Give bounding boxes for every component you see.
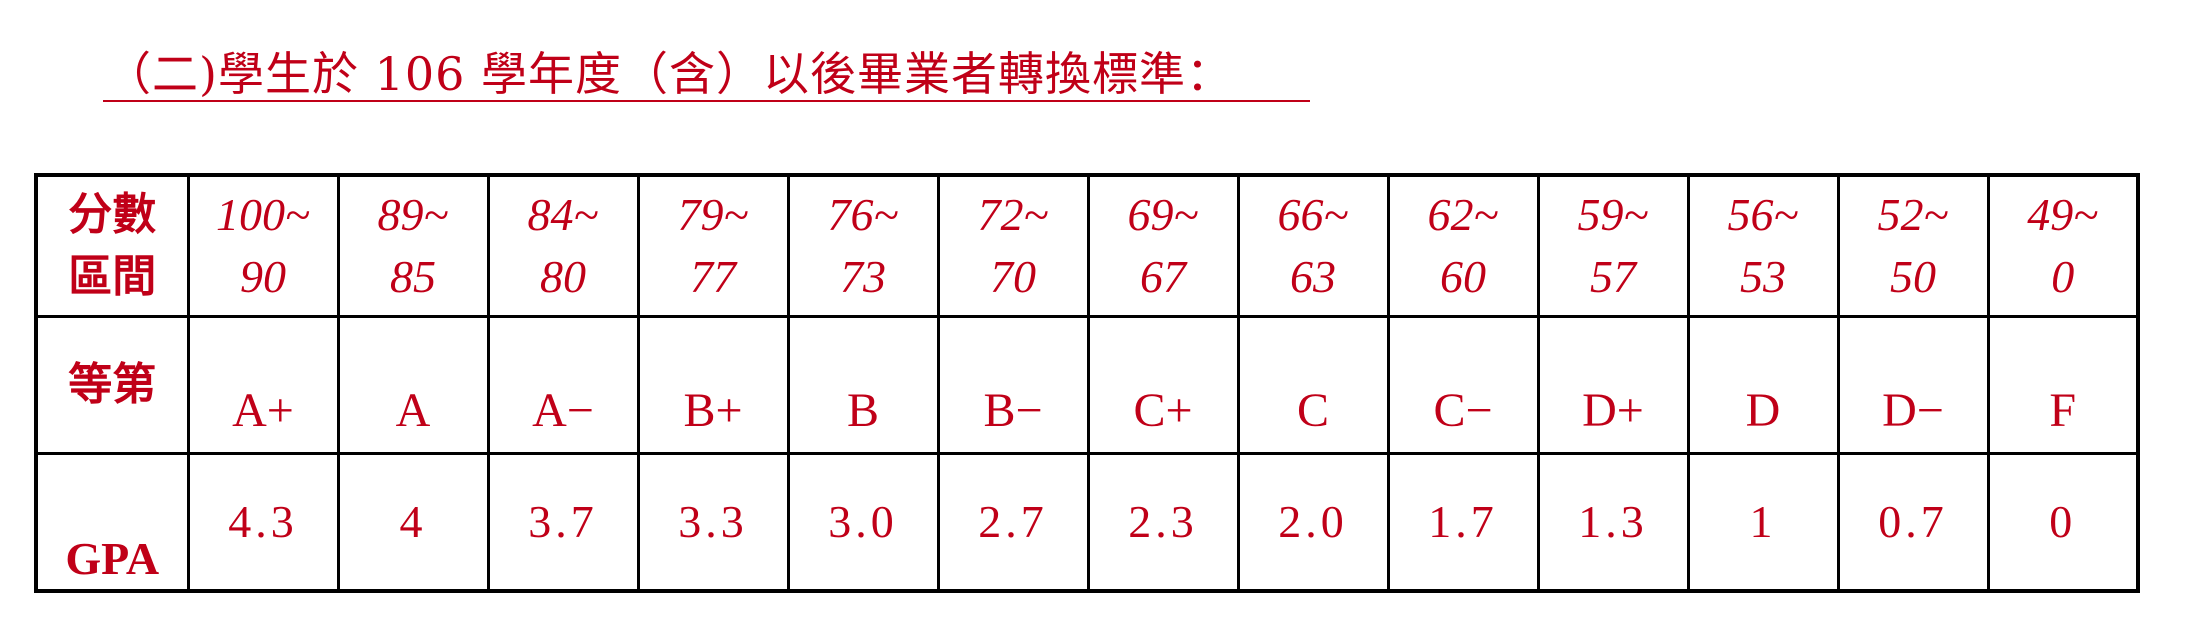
range-bottom: 77	[690, 250, 736, 302]
grade-cell: A−	[486, 314, 640, 455]
score-range-cell: 76~ 73	[786, 173, 940, 318]
score-range-cell: 52~ 50	[1836, 173, 1990, 318]
range-top: 49~	[2027, 188, 2099, 240]
range-bottom: 60	[1440, 250, 1486, 302]
gpa-cell: 3.0	[786, 451, 940, 593]
score-range-cell: 56~ 53	[1686, 173, 1840, 318]
score-range-header-line1: 分數	[68, 188, 157, 240]
gpa-cell: 3.7	[486, 451, 640, 593]
gpa-cell: 2.0	[1236, 451, 1390, 593]
gpa-cell: 3.3	[636, 451, 790, 593]
grade-cell: B	[786, 314, 940, 455]
score-range-row: 分數 區間 100~ 90 89~ 85 84~ 80 79~ 77 76~ 73 72~…	[34, 173, 2140, 318]
score-range-header: 分數 區間	[34, 173, 190, 318]
gpa-cell: 1	[1686, 451, 1840, 593]
grade-conversion-table: 分數 區間 100~ 90 89~ 85 84~ 80 79~ 77 76~ 73 72~…	[34, 173, 2140, 593]
grade-cell: A	[336, 314, 490, 455]
range-top: 59~	[1577, 188, 1649, 240]
gpa-cell: 0.7	[1836, 451, 1990, 593]
grade-cell: C+	[1086, 314, 1240, 455]
range-bottom: 63	[1290, 250, 1336, 302]
score-range-header-line2: 區間	[68, 250, 157, 302]
range-bottom: 0	[2051, 250, 2075, 302]
range-top: 52~	[1877, 188, 1949, 240]
gpa-cell: 1.7	[1386, 451, 1540, 593]
grade-cell: A+	[186, 314, 340, 455]
gpa-cell: 4.3	[186, 451, 340, 593]
range-top: 56~	[1727, 188, 1799, 240]
grade-cell: B−	[936, 314, 1090, 455]
range-bottom: 85	[390, 250, 436, 302]
gpa-row: GPA 4.3 4 3.7 3.3 3.0 2.7 2.3 2.0 1.7 1.…	[34, 451, 2140, 593]
range-top: 100~	[216, 188, 310, 240]
range-bottom: 70	[990, 250, 1036, 302]
grade-cell: C	[1236, 314, 1390, 455]
grade-row: 等第 A+ A A− B+ B B− C+ C C− D+ D D− F	[34, 314, 2140, 455]
range-top: 72~	[977, 188, 1049, 240]
grade-cell: D−	[1836, 314, 1990, 455]
range-bottom: 90	[240, 250, 286, 302]
range-bottom: 53	[1740, 250, 1786, 302]
range-bottom: 73	[840, 250, 886, 302]
range-bottom: 80	[540, 250, 586, 302]
range-top: 66~	[1277, 188, 1349, 240]
score-range-cell: 69~ 67	[1086, 173, 1240, 318]
grade-cell: B+	[636, 314, 790, 455]
score-range-cell: 100~ 90	[186, 173, 340, 318]
section-heading-text: （二)學生於 106 學年度（含）以後畢業者轉換標準：	[105, 47, 1233, 101]
score-range-cell: 84~ 80	[486, 173, 640, 318]
gpa-cell: 2.7	[936, 451, 1090, 593]
score-range-cell: 49~ 0	[1986, 173, 2140, 318]
grade-cell: D	[1686, 314, 1840, 455]
section-heading: （二)學生於 106 學年度（含）以後畢業者轉換標準：	[105, 44, 1305, 104]
grade-cell: F	[1986, 314, 2140, 455]
score-range-cell: 72~ 70	[936, 173, 1090, 318]
gpa-cell: 2.3	[1086, 451, 1240, 593]
range-top: 76~	[827, 188, 899, 240]
score-range-cell: 66~ 63	[1236, 173, 1390, 318]
range-top: 69~	[1127, 188, 1199, 240]
range-bottom: 67	[1140, 250, 1186, 302]
grade-cell: D+	[1536, 314, 1690, 455]
grade-cell: C−	[1386, 314, 1540, 455]
gpa-cell: 4	[336, 451, 490, 593]
range-top: 62~	[1427, 188, 1499, 240]
score-range-cell: 62~ 60	[1386, 173, 1540, 318]
gpa-cell: 1.3	[1536, 451, 1690, 593]
score-range-cell: 89~ 85	[336, 173, 490, 318]
gpa-header: GPA	[34, 451, 190, 593]
range-top: 79~	[677, 188, 749, 240]
heading-underline	[103, 100, 1310, 102]
range-top: 84~	[527, 188, 599, 240]
range-bottom: 50	[1890, 250, 1936, 302]
range-top: 89~	[377, 188, 449, 240]
gpa-cell: 0	[1986, 451, 2140, 593]
score-range-cell: 59~ 57	[1536, 173, 1690, 318]
score-range-cell: 79~ 77	[636, 173, 790, 318]
grade-header: 等第	[34, 314, 190, 455]
range-bottom: 57	[1590, 250, 1636, 302]
